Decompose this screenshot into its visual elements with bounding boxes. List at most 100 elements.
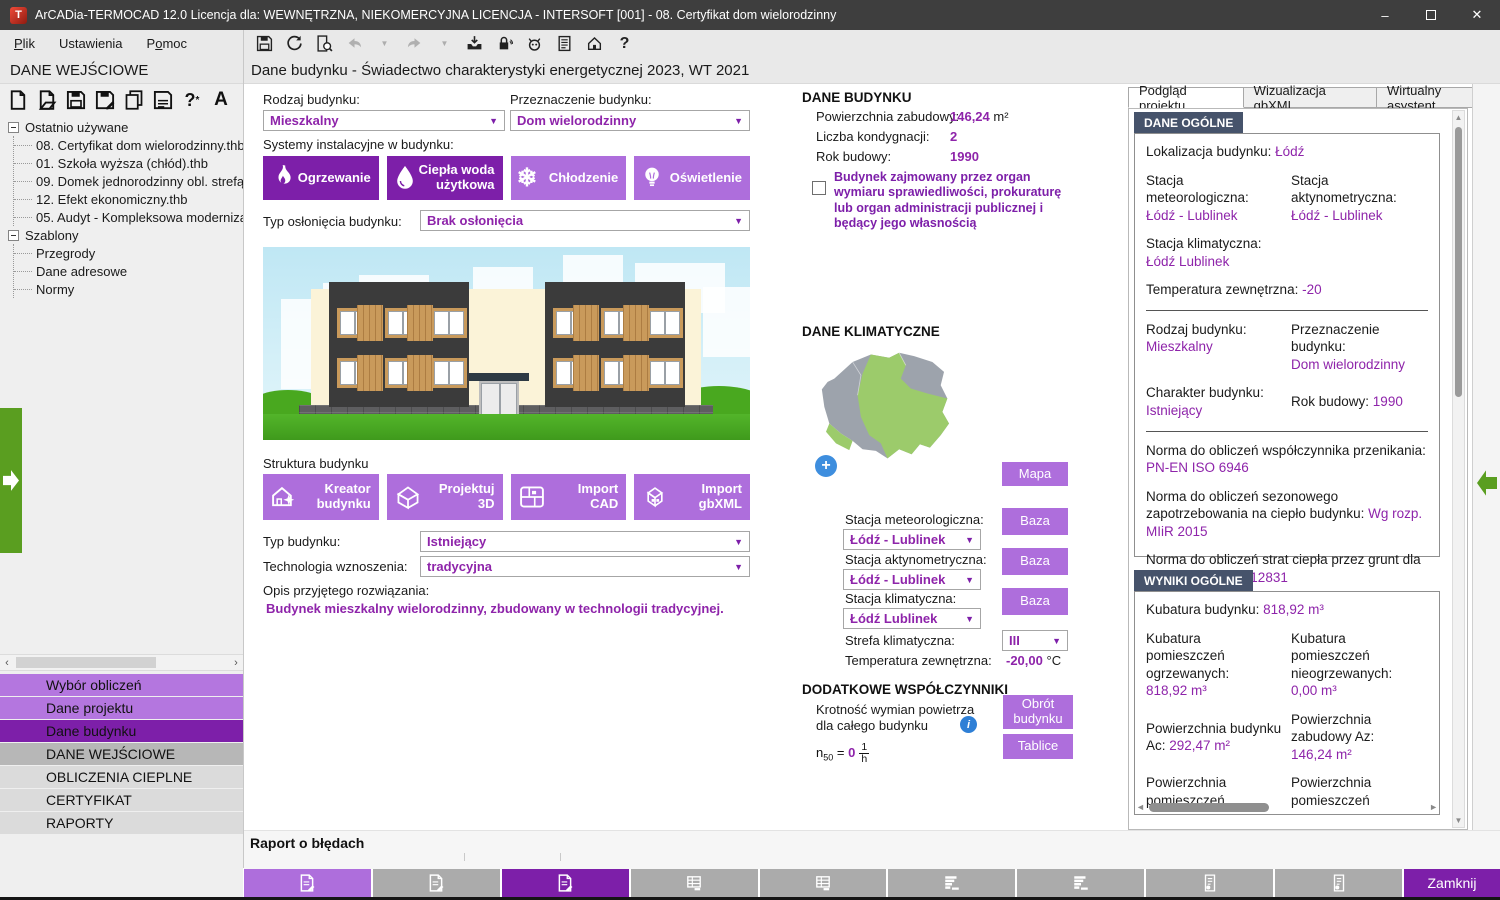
- report-doc-button-2[interactable]: [373, 869, 500, 897]
- scroll-up-icon[interactable]: ▲: [1453, 113, 1464, 122]
- nav-wybor-obliczen[interactable]: Wybór obliczeń: [0, 674, 243, 696]
- scroll-left-icon[interactable]: ◄: [1136, 802, 1145, 812]
- refresh-icon[interactable]: [284, 33, 305, 54]
- home-icon[interactable]: [584, 33, 605, 54]
- import-icon[interactable]: [464, 33, 485, 54]
- stacja-klimat-select[interactable]: Łódź Lublinek▼: [843, 608, 981, 629]
- rodzaj-budynku-select[interactable]: Mieszkalny▼: [263, 110, 505, 131]
- close-button[interactable]: ✕: [1454, 0, 1500, 30]
- energy-label-button-2[interactable]: [1017, 869, 1144, 897]
- typ-budynku-select[interactable]: Istniejący▼: [420, 531, 750, 552]
- undo-dropdown-icon[interactable]: ▼: [374, 33, 395, 54]
- save-template-icon[interactable]: [151, 88, 175, 112]
- lock-icon[interactable]: [494, 33, 515, 54]
- tree-item[interactable]: 05. Audyt - Kompleksowa modernizac: [14, 208, 243, 226]
- tree-item[interactable]: Dane adresowe: [14, 262, 243, 280]
- tree-group-recent[interactable]: Ostatnio używane: [0, 118, 243, 136]
- energy-label-button-1[interactable]: [888, 869, 1015, 897]
- scroll-right-icon[interactable]: ►: [1429, 802, 1438, 812]
- table-button-1[interactable]: [631, 869, 758, 897]
- report-list-icon[interactable]: [554, 33, 575, 54]
- font-icon[interactable]: A: [209, 88, 233, 112]
- mapa-button[interactable]: Mapa: [1002, 462, 1068, 486]
- tab-podglad-projektu[interactable]: Podgląd projektu: [1128, 87, 1244, 108]
- menu-ustawienia[interactable]: Ustawienia: [59, 36, 123, 51]
- panel-vscrollbar[interactable]: ▲ ▼: [1452, 110, 1465, 828]
- undo-icon[interactable]: [344, 33, 365, 54]
- help-icon[interactable]: ?: [614, 33, 635, 54]
- projektuj-3d-button[interactable]: Projektuj 3D: [387, 474, 503, 520]
- menu-plik[interactable]: Plik: [14, 36, 35, 51]
- arrow-right-icon: [3, 468, 19, 494]
- close-bottom-button[interactable]: Zamknij: [1404, 869, 1500, 897]
- assistant-icon[interactable]: [524, 33, 545, 54]
- copy-doc-icon[interactable]: [122, 88, 146, 112]
- save-file-icon[interactable]: [64, 88, 88, 112]
- report-doc-button-1[interactable]: [244, 869, 371, 897]
- scroll-right-icon[interactable]: ›: [229, 657, 243, 669]
- collapse-panel-arrow[interactable]: [1477, 468, 1497, 498]
- nav-dane-budynku[interactable]: Dane budynku: [0, 720, 243, 742]
- expand-panel-tab[interactable]: [0, 408, 22, 553]
- redo-dropdown-icon[interactable]: ▼: [434, 33, 455, 54]
- redo-icon[interactable]: [404, 33, 425, 54]
- scroll-thumb[interactable]: [16, 657, 156, 668]
- stacja-meteo-select[interactable]: Łódź - Lublinek▼: [843, 529, 981, 550]
- baza-aktyno-button[interactable]: Baza: [1002, 548, 1068, 575]
- organ-checkbox[interactable]: [812, 181, 826, 195]
- oswietlenie-button[interactable]: Oświetlenie: [634, 156, 750, 200]
- cwu-button[interactable]: Ciepła woda użytkowa: [387, 156, 503, 200]
- tree-group-templates[interactable]: Szablony: [0, 226, 243, 244]
- nav-dane-projektu[interactable]: Dane projektu: [0, 697, 243, 719]
- minimize-button[interactable]: –: [1362, 0, 1408, 30]
- sidebar-hscrollbar[interactable]: ‹ ›: [0, 654, 243, 671]
- tree-item[interactable]: Normy: [14, 280, 243, 298]
- table-button-2[interactable]: [760, 869, 887, 897]
- new-file-icon[interactable]: [6, 88, 30, 112]
- nav-raporty[interactable]: RAPORTY: [0, 812, 243, 834]
- poland-climate-map[interactable]: [810, 342, 970, 475]
- technologia-select[interactable]: tradycyjna▼: [420, 556, 750, 577]
- info-icon[interactable]: i: [960, 716, 977, 733]
- scroll-down-icon[interactable]: ▼: [1453, 816, 1464, 825]
- collapse-icon[interactable]: [8, 230, 19, 241]
- import-cad-button[interactable]: Import CAD: [511, 474, 627, 520]
- certificate-button-1[interactable]: [1146, 869, 1273, 897]
- map-zoom-in-button[interactable]: +: [815, 455, 837, 477]
- stacja-aktyno-select[interactable]: Łódź - Lublinek▼: [843, 569, 981, 590]
- help-wizard-icon[interactable]: ?*: [180, 88, 204, 112]
- tree-item[interactable]: 01. Szkoła wyższa (chłód).thb: [14, 154, 243, 172]
- certificate-button-2[interactable]: [1275, 869, 1402, 897]
- menu-pomoc[interactable]: Pomoc: [147, 36, 187, 51]
- maximize-button[interactable]: [1408, 0, 1454, 30]
- nav-certyfikat[interactable]: CERTYFIKAT: [0, 789, 243, 811]
- report-doc-button-3[interactable]: [502, 869, 629, 897]
- baza-meteo-button[interactable]: Baza: [1002, 508, 1068, 535]
- save-icon[interactable]: [254, 33, 275, 54]
- nav-dane-wejsciowe[interactable]: DANE WEJŚCIOWE: [0, 743, 243, 765]
- tablice-button[interactable]: Tablice: [1003, 734, 1073, 759]
- obrot-budynku-button[interactable]: Obrót budynku: [1003, 695, 1073, 729]
- strefa-select[interactable]: III▼: [1002, 630, 1068, 651]
- tree-item[interactable]: 08. Certyfikat dom wielorodzinny.thb: [14, 136, 243, 154]
- przeznaczenie-select[interactable]: Dom wielorodzinny▼: [510, 110, 750, 131]
- import-gbxml-button[interactable]: Import gbXML: [634, 474, 750, 520]
- save-as-icon[interactable]: [93, 88, 117, 112]
- tree-item[interactable]: Przegrody: [14, 244, 243, 262]
- nav-obliczenia-cieplne[interactable]: OBLICZENIA CIEPLNE: [0, 766, 243, 788]
- tab-wizualizacja-gbxml[interactable]: Wizualizacja gbXML: [1244, 87, 1377, 108]
- tree-item[interactable]: 12. Efekt ekonomiczny.thb: [14, 190, 243, 208]
- ogrzewanie-button[interactable]: Ogrzewanie: [263, 156, 379, 200]
- scroll-thumb[interactable]: [1455, 127, 1462, 397]
- open-file-icon[interactable]: [35, 88, 59, 112]
- oslona-select[interactable]: Brak osłonięcia▼: [420, 210, 750, 231]
- scroll-thumb[interactable]: [1149, 803, 1269, 812]
- kreator-budynku-button[interactable]: Kreator budynku: [263, 474, 379, 520]
- chlodzenie-button[interactable]: ❄ Chłodzenie: [511, 156, 627, 200]
- preview-search-icon[interactable]: [314, 33, 335, 54]
- scroll-left-icon[interactable]: ‹: [0, 657, 14, 669]
- baza-klimat-button[interactable]: Baza: [1002, 588, 1068, 615]
- tree-item[interactable]: 09. Domek jednorodzinny obl. strefą.t: [14, 172, 243, 190]
- collapse-icon[interactable]: [8, 122, 19, 133]
- wyniki-hscrollbar[interactable]: ◄ ►: [1136, 800, 1438, 814]
